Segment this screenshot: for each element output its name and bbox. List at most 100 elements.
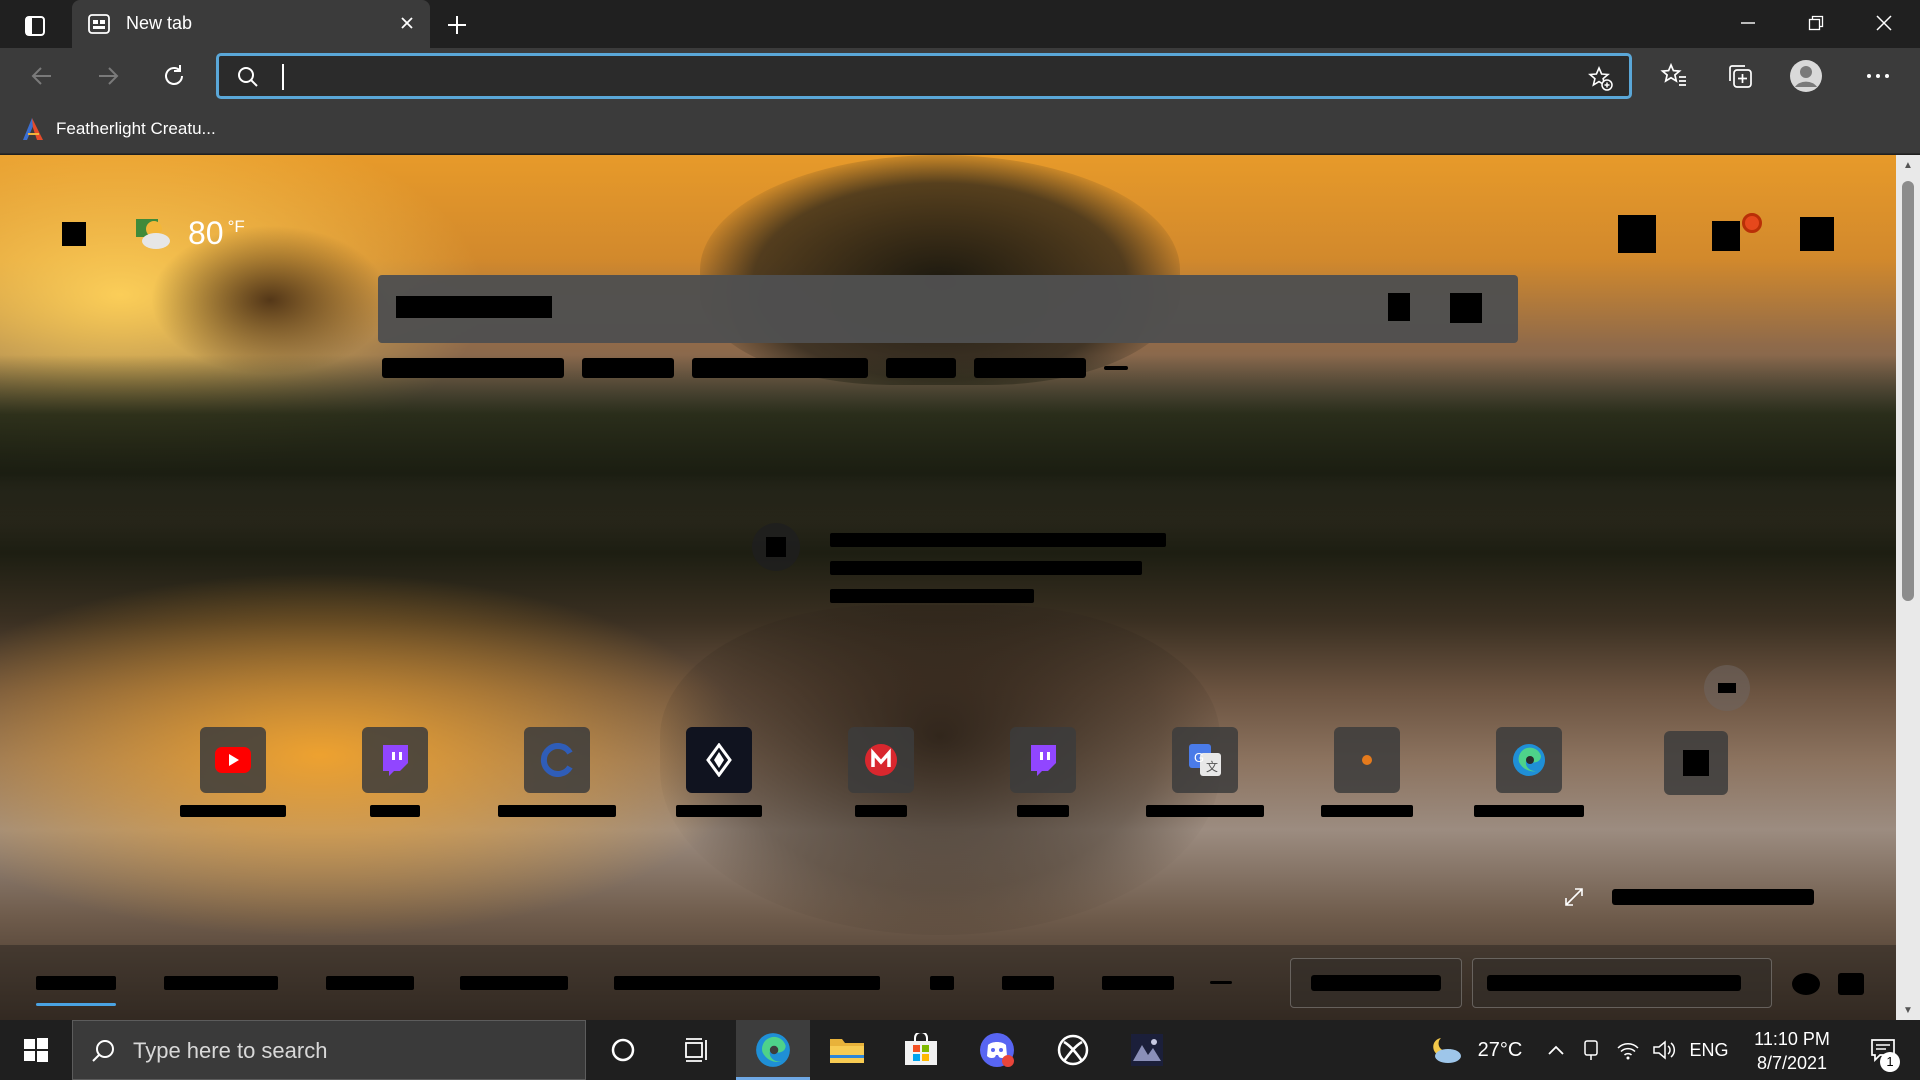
top-site-tile[interactable] bbox=[982, 727, 1104, 827]
close-tab-icon[interactable] bbox=[398, 14, 416, 37]
settings-more-button[interactable] bbox=[1860, 58, 1896, 94]
tab-new-tab[interactable]: New tab bbox=[72, 0, 430, 48]
trending-link[interactable] bbox=[974, 358, 1086, 378]
tray-network[interactable] bbox=[1612, 1020, 1644, 1080]
tab-actions-button[interactable] bbox=[14, 12, 56, 40]
feed-tab[interactable] bbox=[36, 976, 116, 990]
google-translate-icon: G文 bbox=[1189, 744, 1221, 776]
trending-link[interactable] bbox=[886, 358, 956, 378]
scroll-up-icon[interactable]: ▲ bbox=[1902, 159, 1914, 171]
start-button[interactable] bbox=[0, 1020, 72, 1080]
background-info-label bbox=[1612, 889, 1814, 905]
weather-widget[interactable]: 80 °F bbox=[62, 215, 245, 252]
cortana-button[interactable] bbox=[586, 1020, 660, 1080]
trending-searches bbox=[382, 356, 1128, 380]
action-center-button[interactable]: 1 bbox=[1846, 1020, 1920, 1080]
feed-tab[interactable] bbox=[164, 976, 278, 990]
windows-logo-icon bbox=[24, 1038, 48, 1062]
task-view-button[interactable] bbox=[660, 1020, 734, 1080]
taskbar-discord[interactable] bbox=[960, 1020, 1034, 1080]
add-top-site-tile[interactable] bbox=[1630, 727, 1752, 827]
favorite-item[interactable]: Featherlight Creatu... bbox=[20, 114, 216, 144]
restore-icon bbox=[1808, 15, 1824, 31]
more-dots-icon bbox=[1867, 74, 1889, 78]
feed-tab[interactable] bbox=[930, 976, 954, 990]
top-site-tile[interactable] bbox=[496, 727, 618, 827]
expand-icon bbox=[1565, 888, 1583, 906]
edge-icon bbox=[756, 1033, 790, 1067]
top-site-tile[interactable] bbox=[334, 727, 456, 827]
page-scrollbar[interactable]: ▲ ▼ bbox=[1896, 155, 1920, 1020]
top-site-tile[interactable] bbox=[1468, 727, 1590, 827]
notifications-button[interactable] bbox=[1712, 221, 1740, 251]
tray-device-icon[interactable] bbox=[1576, 1020, 1606, 1080]
forward-button[interactable] bbox=[90, 58, 126, 94]
feed-tab[interactable] bbox=[326, 976, 414, 990]
add-favorite-icon[interactable] bbox=[1587, 65, 1613, 96]
favorites-star-icon bbox=[1660, 62, 1686, 86]
add-site-icon bbox=[1683, 750, 1709, 776]
image-like-button[interactable] bbox=[1704, 665, 1750, 711]
feed-tab[interactable] bbox=[614, 976, 880, 990]
tray-weather[interactable] bbox=[1426, 1020, 1466, 1080]
trending-link[interactable] bbox=[382, 358, 564, 378]
taskbar-search-box[interactable]: Type here to search bbox=[72, 1020, 586, 1080]
taskbar-file-explorer[interactable] bbox=[810, 1020, 884, 1080]
feed-tab[interactable] bbox=[1102, 976, 1174, 990]
tray-volume[interactable] bbox=[1648, 1020, 1680, 1080]
top-site-tile[interactable] bbox=[658, 727, 780, 827]
tray-clock[interactable]: 11:10 PM 8/7/2021 bbox=[1740, 1027, 1844, 1075]
scroll-down-icon[interactable]: ▼ bbox=[1902, 1004, 1914, 1016]
layout-toggle-button[interactable] bbox=[1792, 973, 1820, 995]
minimize-button[interactable] bbox=[1722, 6, 1774, 40]
taskbar-edge[interactable] bbox=[736, 1020, 810, 1080]
refresh-button[interactable] bbox=[156, 58, 192, 94]
personalize-button[interactable] bbox=[1290, 958, 1462, 1008]
close-window-button[interactable] bbox=[1858, 6, 1910, 40]
taskbar-game-app[interactable] bbox=[1110, 1020, 1184, 1080]
new-tab-button[interactable] bbox=[442, 10, 472, 40]
trending-link[interactable] bbox=[582, 358, 674, 378]
top-site-tile[interactable] bbox=[172, 727, 294, 827]
search-placeholder bbox=[396, 296, 552, 318]
address-input[interactable] bbox=[281, 62, 1541, 90]
background-info[interactable] bbox=[1562, 885, 1814, 909]
show-hidden-icons-button[interactable] bbox=[1540, 1020, 1572, 1080]
voice-search-icon[interactable] bbox=[1388, 293, 1410, 321]
content-visibility-dropdown[interactable] bbox=[1472, 958, 1772, 1008]
feed-tab[interactable] bbox=[460, 976, 568, 990]
search-submit-icon[interactable] bbox=[1450, 293, 1482, 323]
web-search-box[interactable] bbox=[378, 275, 1518, 343]
restore-button[interactable] bbox=[1790, 6, 1842, 40]
top-site-tile[interactable] bbox=[1306, 727, 1428, 827]
more-trending-link[interactable] bbox=[1104, 366, 1128, 370]
favorites-button[interactable] bbox=[1656, 58, 1692, 94]
cortana-icon bbox=[611, 1038, 635, 1062]
trending-link[interactable] bbox=[692, 358, 868, 378]
close-icon bbox=[1876, 15, 1892, 31]
address-bar[interactable] bbox=[216, 53, 1632, 99]
profile-button[interactable] bbox=[1788, 58, 1824, 94]
menu-icon[interactable] bbox=[62, 221, 86, 246]
chevron-up-icon bbox=[1548, 1045, 1564, 1055]
xbox-icon bbox=[1057, 1034, 1089, 1066]
scrollbar-thumb[interactable] bbox=[1902, 181, 1914, 601]
background-image-tree bbox=[700, 155, 1180, 385]
top-site-tile[interactable]: G文 bbox=[1144, 727, 1266, 827]
taskbar-microsoft-store[interactable] bbox=[884, 1020, 958, 1080]
text-caret bbox=[282, 64, 284, 90]
tray-language[interactable]: ENG bbox=[1686, 1020, 1732, 1080]
speaker-icon bbox=[1653, 1040, 1676, 1060]
twitch-icon bbox=[1031, 745, 1056, 776]
apps-launcher-button[interactable] bbox=[1800, 217, 1834, 251]
collections-button[interactable] bbox=[1722, 58, 1758, 94]
top-site-tile[interactable] bbox=[820, 727, 942, 827]
taskbar-xbox[interactable] bbox=[1036, 1020, 1110, 1080]
grid-view-button[interactable] bbox=[1838, 973, 1864, 995]
back-button[interactable] bbox=[24, 58, 60, 94]
feed-tab[interactable] bbox=[1002, 976, 1054, 990]
wifi-icon bbox=[1617, 1043, 1639, 1060]
page-settings-button[interactable] bbox=[1618, 215, 1656, 253]
top-site-label bbox=[982, 805, 1104, 820]
more-feed-tabs[interactable] bbox=[1210, 981, 1232, 984]
